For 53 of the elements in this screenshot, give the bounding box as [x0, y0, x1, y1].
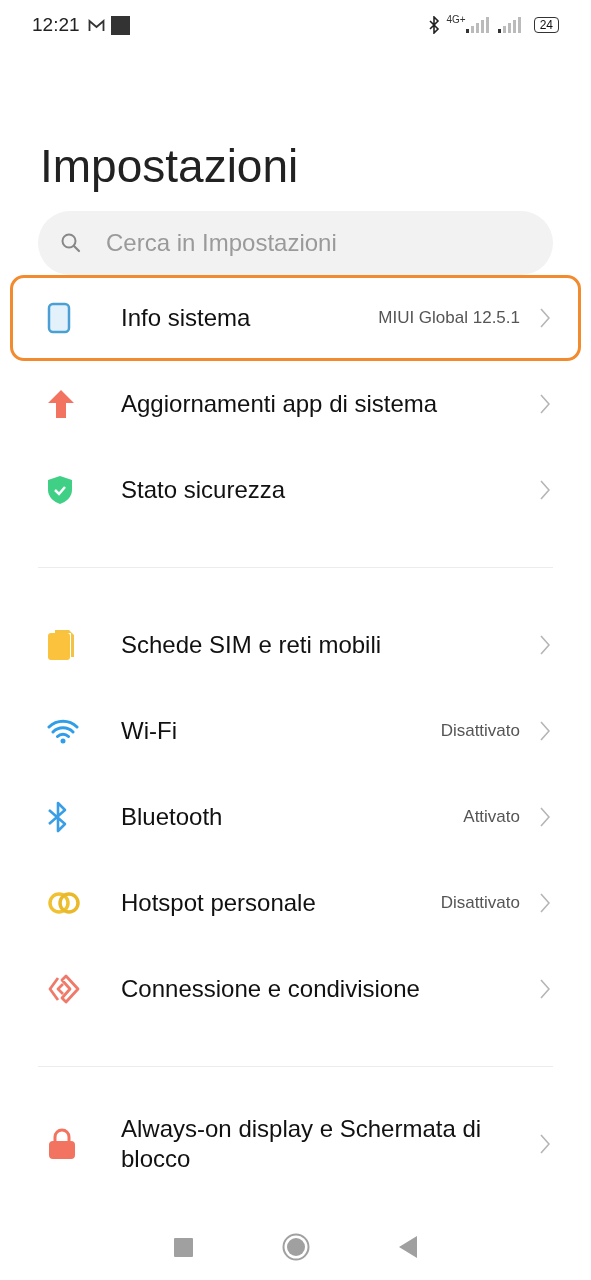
settings-item[interactable]: Wi-Fi Disattivato: [10, 688, 581, 774]
network-label: 4G+: [446, 14, 466, 25]
arrow-up-icon: [47, 389, 75, 419]
settings-item[interactable]: Always-on display e Schermata di blocco: [10, 1101, 581, 1187]
settings-item[interactable]: Info sistema MIUI Global 12.5.1: [10, 275, 581, 361]
item-label: Bluetooth: [121, 802, 224, 832]
page-title: Impostazioni: [40, 139, 300, 194]
battery-level: 24: [533, 17, 559, 33]
item-label: Hotspot personale: [121, 888, 317, 918]
share-icon: [47, 974, 81, 1004]
item-label: Wi-Fi: [121, 716, 178, 746]
settings-item[interactable]: Schede SIM e reti mobili: [10, 602, 581, 688]
bluetooth-icon: [429, 16, 441, 34]
rings-icon: [47, 891, 81, 915]
signal-icon: [495, 17, 522, 33]
chevron-icon: [540, 807, 550, 827]
search-field[interactable]: Cerca in Impostazioni: [38, 211, 553, 275]
recents-icon[interactable]: [174, 1237, 194, 1257]
chevron-icon: [540, 480, 550, 500]
item-label: Stato sicurezza: [121, 475, 287, 505]
sim-card-icon: [47, 629, 75, 661]
item-label: Info sistema: [121, 303, 252, 333]
shield-icon: [47, 475, 73, 505]
home-icon[interactable]: [282, 1233, 310, 1261]
item-value: Disattivato: [440, 721, 520, 741]
mail-icon: [87, 18, 105, 32]
status-time: 12:21: [32, 14, 80, 36]
chevron-icon: [540, 893, 550, 913]
signal-icon: [465, 17, 490, 33]
bluetooth-icon: [47, 801, 69, 833]
item-label: Always-on display e Schermata di blocco: [121, 1114, 483, 1174]
chevron-icon: [540, 1134, 550, 1154]
settings-item[interactable]: Connessione e condivisione: [10, 946, 581, 1032]
item-value: MIUI Global 12.5.1: [378, 308, 520, 328]
item-label: Schede SIM e reti mobili: [121, 630, 383, 660]
lock-icon: [47, 1128, 77, 1160]
item-label: Connessione e condivisione: [121, 974, 421, 1004]
chevron-icon: [540, 394, 550, 414]
settings-item[interactable]: Bluetooth Attivato: [10, 774, 581, 860]
settings-item[interactable]: Hotspot personale Disattivato: [10, 860, 581, 946]
settings-item[interactable]: Aggiornamenti app di sistema: [10, 361, 581, 447]
back-icon[interactable]: [398, 1236, 417, 1258]
settings-item[interactable]: Stato sicurezza: [10, 447, 581, 533]
chevron-icon: [540, 979, 550, 999]
square-icon: [110, 15, 130, 35]
phone-icon: [47, 302, 71, 334]
chevron-icon: [540, 721, 550, 741]
item-value: Attivato: [463, 807, 520, 827]
chevron-icon: [540, 308, 550, 328]
item-value: Disattivato: [440, 893, 520, 913]
item-label: Aggiornamenti app di sistema: [121, 389, 439, 419]
chevron-icon: [540, 635, 550, 655]
wifi-icon: [47, 718, 79, 744]
